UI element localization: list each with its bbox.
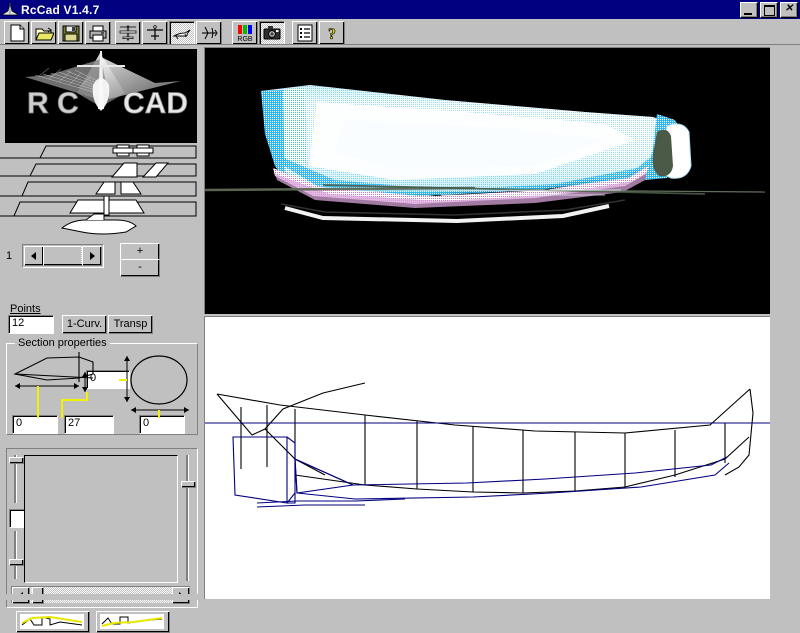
application-window: RcCad V1.4.7 ✕ RGB ? R C CAD 1 + - Point… [0,0,800,633]
close-button[interactable]: ✕ [780,1,798,18]
side-view-icon[interactable] [169,21,195,45]
points-label: Points [10,303,41,315]
main-toolbar: RGB ? [0,19,800,45]
front-view-icon[interactable] [142,21,168,45]
curve-editor-canvas[interactable] [24,455,178,583]
right-gutter [771,45,800,600]
section-selector-row: 1 + - [0,241,202,277]
rccad-logo: R C CAD [5,49,197,143]
transparency-button[interactable]: Transp [108,315,153,334]
window-controls: ✕ [740,1,798,18]
section-properties-group: Section properties [6,337,198,435]
shaded-3d-fuselage-view[interactable] [204,47,770,314]
save-disk-icon[interactable] [58,21,84,45]
maximize-button[interactable] [760,1,778,18]
svg-text:R C: R C [27,87,79,120]
report-list-icon[interactable] [292,21,318,45]
section-scroll-thumb[interactable] [43,246,83,266]
printer-icon[interactable] [85,21,111,45]
curve-slider-lower[interactable] [9,531,24,579]
top-view-icon[interactable] [115,21,141,45]
svg-text:CAD: CAD [123,87,188,120]
curve-preset-plan-icon[interactable] [96,611,170,633]
left-control-panel: R C CAD 1 + - Points 12 1-Curv. Transp S… [0,45,202,633]
open-folder-icon[interactable] [31,21,57,45]
toolbar-group-file [4,21,111,45]
svg-text:?: ? [328,26,336,43]
remove-section-button[interactable]: - [120,259,160,277]
toolbar-group-misc: ? [292,21,345,45]
title-bar: RcCad V1.4.7 ✕ [0,0,800,19]
svg-text:RGB: RGB [237,36,253,43]
camera-icon[interactable] [259,21,285,45]
curve-slider-right[interactable] [181,455,196,581]
section-add-remove: + - [120,243,160,277]
toolbar-group-views [115,21,222,45]
section-index-label: 1 [6,250,13,262]
window-title: RcCad V1.4.7 [21,2,100,17]
curve-preset-profile-icon[interactable] [16,611,90,633]
help-question-icon[interactable]: ? [319,21,345,45]
rgb-color-icon[interactable]: RGB [232,21,258,45]
toolbar-group-render: RGB [232,21,285,45]
one-curve-button[interactable]: 1-Curv. [62,315,107,334]
section-properties-diagram [13,352,189,418]
new-document-icon[interactable] [4,21,30,45]
wireframe-side-view[interactable] [204,316,770,599]
view-tab-stack [0,144,202,246]
curve-slider-upper[interactable] [9,455,24,503]
points-input[interactable]: 12 [8,315,54,334]
minimize-button[interactable] [740,1,758,18]
tab-wing-view [0,163,197,177]
section-properties-title: Section properties [15,337,110,349]
aircraft-icon [2,2,18,16]
section-prev-arrow[interactable] [24,246,44,266]
curve-editor-panel [6,448,198,608]
perspective-view-icon[interactable] [196,21,222,45]
section-scrollbar[interactable] [22,244,104,268]
section-next-arrow[interactable] [82,246,102,266]
tab-plan-view [0,145,197,159]
